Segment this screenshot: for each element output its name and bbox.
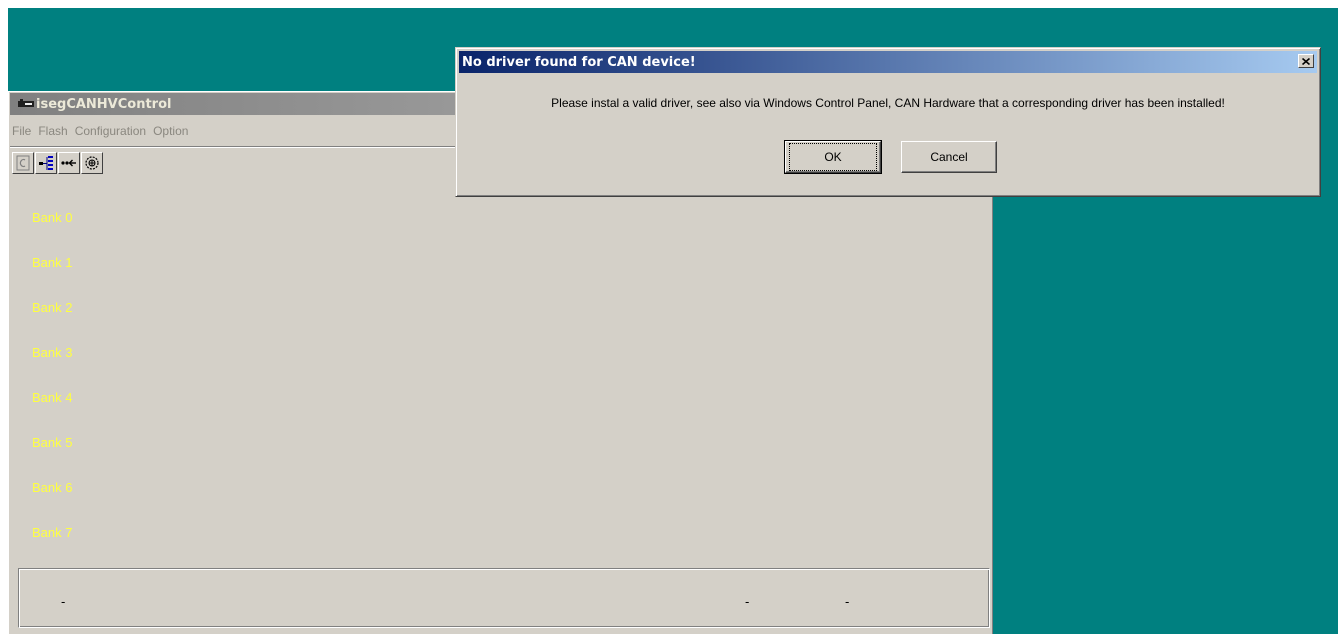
app-title: isegCANHVControl: [36, 96, 172, 112]
menu-flash[interactable]: Flash: [38, 124, 73, 142]
connect-icon: [16, 155, 30, 171]
toolbar-tree-button[interactable]: [35, 152, 57, 174]
app-logo-icon: [18, 99, 34, 107]
status-right-value: -: [845, 594, 850, 609]
toolbar-connect-button[interactable]: [12, 152, 34, 174]
status-panel: - - -: [18, 568, 990, 628]
arrows-in-icon: [61, 159, 76, 167]
toolbar: [12, 152, 103, 176]
bank-label-0: Bank 0: [32, 210, 73, 225]
bank-label-7: Bank 7: [32, 525, 73, 540]
toolbar-arrows-button[interactable]: [58, 152, 80, 174]
dialog-title: No driver found for CAN device!: [462, 54, 696, 70]
dialog-message: Please instal a valid driver, see also v…: [551, 96, 1225, 110]
tree-icon: [39, 156, 53, 170]
menu-configuration[interactable]: Configuration: [75, 124, 152, 142]
status-left-value: -: [61, 594, 66, 609]
ok-button[interactable]: OK: [784, 140, 882, 174]
bank-label-3: Bank 3: [32, 345, 73, 360]
toolbar-settings-button[interactable]: [81, 152, 103, 174]
bank-label-5: Bank 5: [32, 435, 73, 450]
status-middle-value: -: [745, 594, 750, 609]
menubar: File Flash Configuration Option: [12, 124, 195, 142]
error-dialog: No driver found for CAN device! Please i…: [455, 47, 1321, 197]
dialog-close-button[interactable]: [1298, 54, 1314, 68]
menu-file[interactable]: File: [12, 124, 37, 142]
menu-option[interactable]: Option: [153, 124, 194, 142]
cancel-button[interactable]: Cancel: [901, 141, 997, 173]
settings-icon: [85, 156, 99, 170]
close-icon: [1302, 57, 1310, 65]
bank-label-1: Bank 1: [32, 255, 73, 270]
bank-label-2: Bank 2: [32, 300, 73, 315]
cancel-button-label: Cancel: [930, 150, 968, 164]
bank-list: Bank 0 Bank 1 Bank 2 Bank 3 Bank 4 Bank …: [32, 210, 72, 570]
dialog-titlebar[interactable]: No driver found for CAN device!: [459, 51, 1317, 73]
bank-label-6: Bank 6: [32, 480, 73, 495]
ok-button-label: OK: [789, 143, 877, 171]
bank-label-4: Bank 4: [32, 390, 73, 405]
